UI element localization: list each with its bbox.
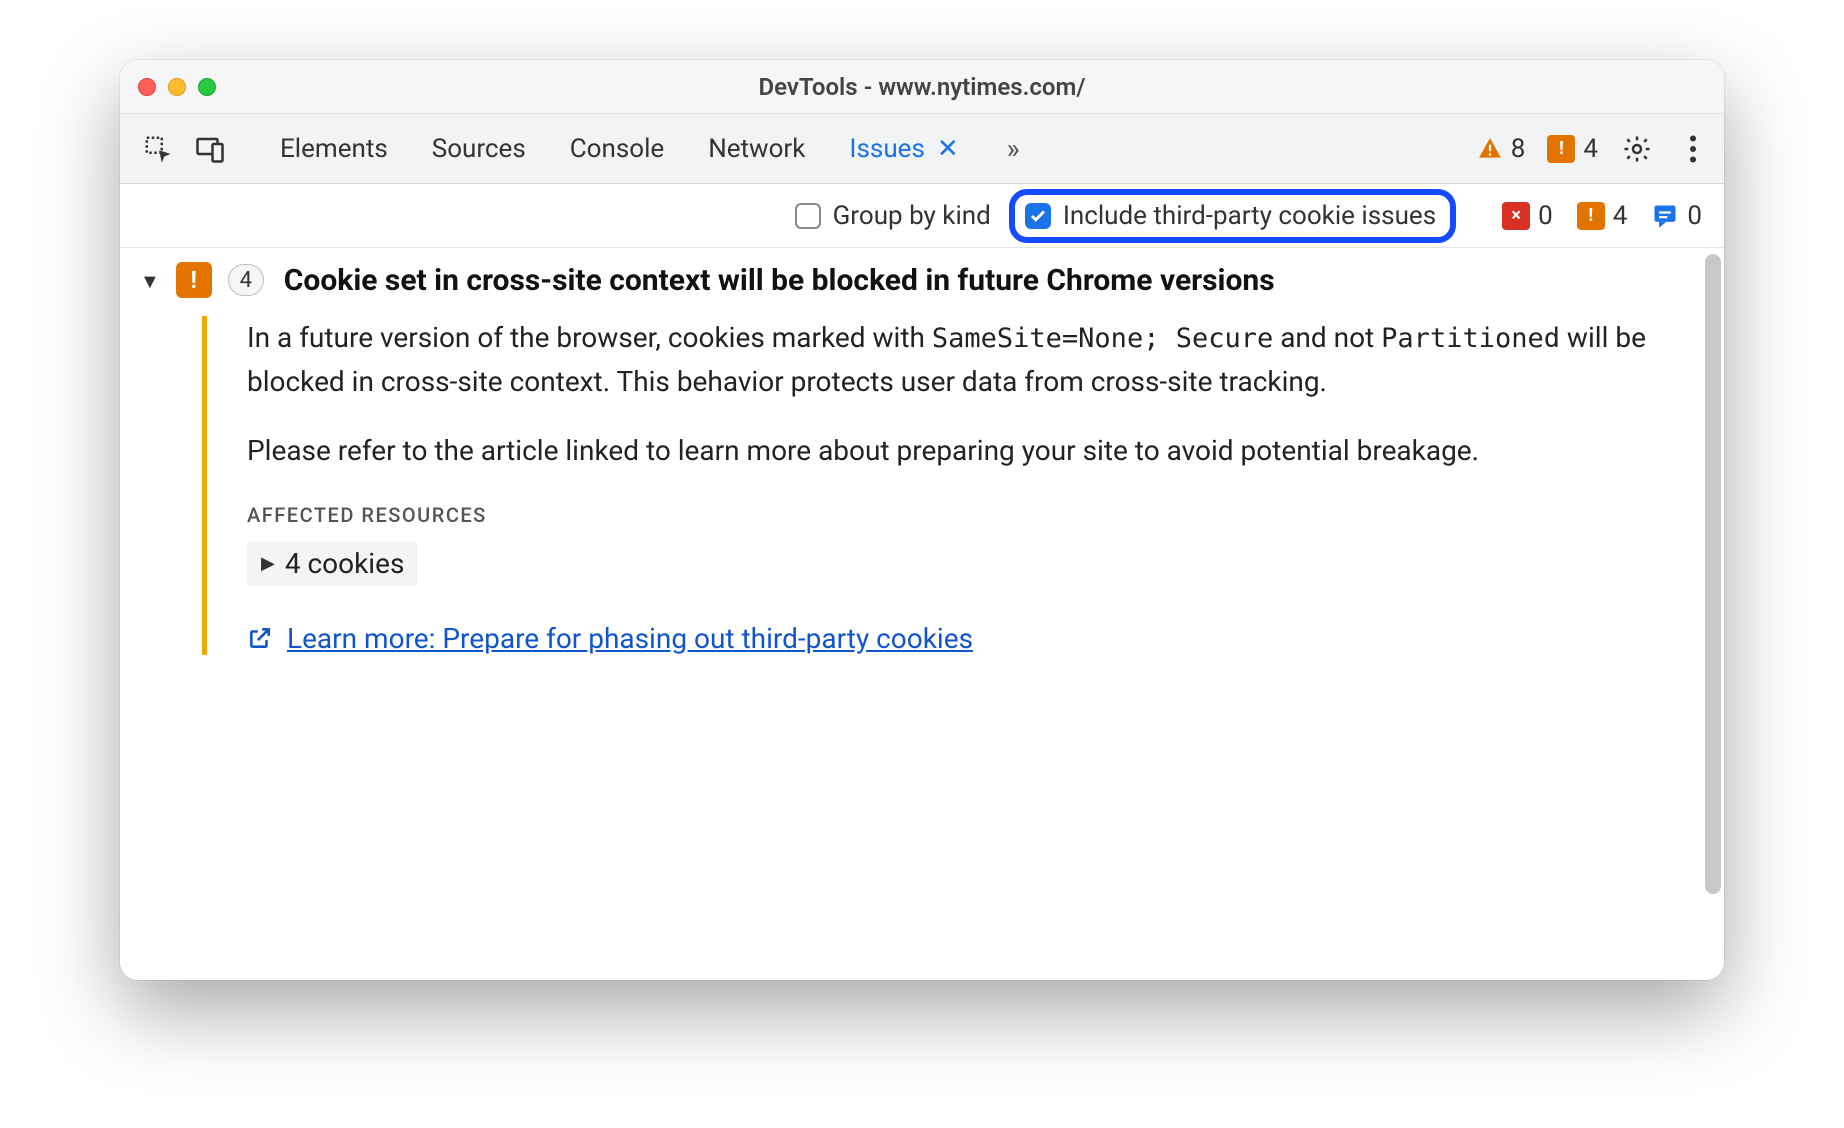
- info-count[interactable]: 0: [1651, 201, 1702, 231]
- group-by-kind-checkbox[interactable]: Group by kind: [795, 201, 991, 231]
- learn-more-link[interactable]: Learn more: Prepare for phasing out thir…: [247, 622, 1694, 655]
- tab-sources[interactable]: Sources: [432, 134, 526, 164]
- learn-more-text: Learn more: Prepare for phasing out thir…: [287, 622, 973, 655]
- external-link-icon: [247, 625, 273, 651]
- window-title: DevTools - www.nytimes.com/: [120, 73, 1724, 101]
- group-by-kind-label: Group by kind: [833, 201, 991, 231]
- chevron-right-icon: ▶: [261, 553, 275, 574]
- chevron-down-icon[interactable]: ▼: [140, 269, 160, 294]
- issue-occurrence-count: 4: [228, 264, 264, 296]
- tab-elements[interactable]: Elements: [280, 134, 388, 164]
- affected-cookies-label: 4 cookies: [285, 547, 405, 580]
- issue-header[interactable]: ▼ ! 4 Cookie set in cross-site context w…: [140, 262, 1694, 298]
- issues-filterbar: Group by kind Include third-party cookie…: [120, 184, 1724, 248]
- issue-item: ▼ ! 4 Cookie set in cross-site context w…: [120, 248, 1724, 681]
- affected-resources-label: AFFECTED RESOURCES: [247, 503, 1694, 527]
- tab-network[interactable]: Network: [708, 134, 805, 164]
- p1-text-a: In a future version of the browser, cook…: [247, 321, 932, 354]
- error-count[interactable]: × 0: [1502, 201, 1553, 231]
- close-window-icon[interactable]: [138, 78, 156, 96]
- device-toolbar-icon[interactable]: [194, 133, 226, 165]
- more-tabs-icon[interactable]: »: [1007, 132, 1020, 165]
- include-thirdparty-highlight: Include third-party cookie issues: [1009, 189, 1456, 243]
- toolbar-issue-count[interactable]: ! 4: [1547, 134, 1598, 164]
- warn-badge-icon: !: [1577, 202, 1605, 230]
- titlebar: DevTools - www.nytimes.com/: [120, 60, 1724, 114]
- issues-content: ▼ ! 4 Cookie set in cross-site context w…: [120, 248, 1724, 980]
- minimize-window-icon[interactable]: [168, 78, 186, 96]
- tab-issues[interactable]: Issues ✕: [849, 134, 958, 164]
- include-thirdparty-label: Include third-party cookie issues: [1063, 201, 1436, 231]
- toolbar-issue-count-value: 4: [1583, 134, 1598, 164]
- tab-console[interactable]: Console: [570, 134, 664, 164]
- scrollbar-thumb[interactable]: [1705, 254, 1721, 894]
- warn-count[interactable]: ! 4: [1577, 201, 1628, 231]
- issue-title: Cookie set in cross-site context will be…: [284, 263, 1275, 298]
- tab-issues-label: Issues: [849, 134, 924, 164]
- code-samesite: SameSite=None; Secure: [932, 323, 1273, 354]
- issue-paragraph-1: In a future version of the browser, cook…: [247, 316, 1694, 403]
- close-tab-icon[interactable]: ✕: [937, 134, 959, 164]
- warn-count-value: 4: [1613, 201, 1628, 231]
- error-badge-icon: ×: [1502, 202, 1530, 230]
- warning-triangle-icon: [1477, 136, 1503, 162]
- code-partitioned: Partitioned: [1381, 323, 1560, 354]
- error-count-value: 0: [1538, 201, 1553, 231]
- window-controls: [138, 78, 216, 96]
- more-options-icon[interactable]: [1676, 132, 1710, 166]
- include-thirdparty-checkbox[interactable]: Include third-party cookie issues: [1025, 201, 1436, 231]
- toolbar-error-count[interactable]: 8: [1477, 134, 1526, 164]
- issue-paragraph-2: Please refer to the article linked to le…: [247, 429, 1694, 472]
- issue-body: In a future version of the browser, cook…: [202, 316, 1694, 655]
- devtools-window: DevTools - www.nytimes.com/: [120, 60, 1724, 980]
- p1-text-b: and not: [1273, 321, 1381, 354]
- panel-tabs: Elements Sources Console Network Issues …: [280, 132, 1020, 165]
- issue-badge-icon: !: [1547, 135, 1575, 163]
- issue-severity-warn-icon: !: [176, 262, 212, 298]
- info-badge-icon: [1651, 202, 1679, 230]
- inspect-element-icon[interactable]: [142, 133, 174, 165]
- info-count-value: 0: [1687, 201, 1702, 231]
- zoom-window-icon[interactable]: [198, 78, 216, 96]
- affected-cookies-toggle[interactable]: ▶ 4 cookies: [247, 541, 418, 586]
- checkbox-unchecked-icon: [795, 203, 821, 229]
- issue-type-counts: × 0 ! 4 0: [1502, 201, 1702, 231]
- settings-gear-icon[interactable]: [1620, 132, 1654, 166]
- toolbar-error-count-value: 8: [1511, 134, 1526, 164]
- checkbox-checked-icon: [1025, 203, 1051, 229]
- devtools-toolbar: Elements Sources Console Network Issues …: [120, 114, 1724, 184]
